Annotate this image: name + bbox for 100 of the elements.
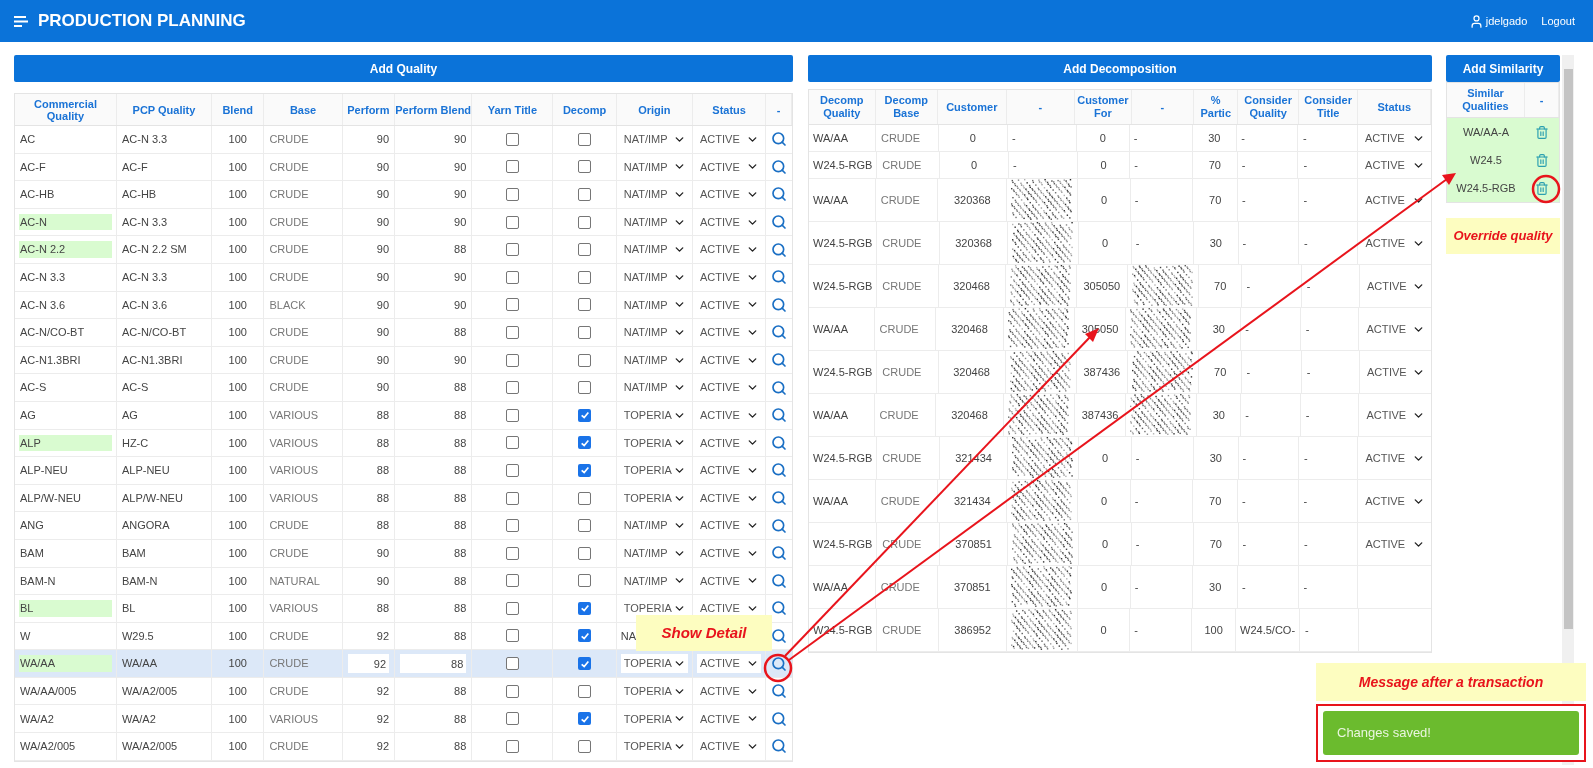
user-name[interactable]: jdelgado	[1485, 12, 1528, 30]
status-select[interactable]: ACTIVE	[697, 516, 762, 536]
origin-select[interactable]: NAT/IMP	[620, 516, 688, 536]
add-decomposition-button[interactable]: Add Decomposition	[808, 55, 1432, 82]
search-icon[interactable]	[771, 214, 788, 231]
perform-blend-input[interactable]: 88	[400, 654, 467, 674]
origin-select[interactable]: NAT/IMP	[620, 543, 688, 563]
table-row[interactable]: WA/AA WA/AA 100 CRUDE 92 88 TOPERIA ACTIVE	[15, 650, 792, 678]
add-quality-button[interactable]: Add Quality	[14, 55, 793, 82]
add-similarity-button[interactable]: Add Similarity	[1446, 55, 1560, 82]
search-icon[interactable]	[771, 131, 788, 148]
checkbox[interactable]	[505, 546, 519, 560]
status-select[interactable]: ACTIVE	[1362, 491, 1427, 511]
column-header[interactable]: Decomp	[553, 94, 617, 125]
table-row[interactable]: BL BL 100 VARIOUS 88 88 TOPERIA ACTIVE	[15, 595, 792, 623]
search-icon[interactable]	[771, 683, 788, 700]
checkbox[interactable]	[578, 519, 592, 533]
checkbox[interactable]	[578, 739, 592, 753]
search-icon[interactable]	[771, 655, 788, 672]
checkbox[interactable]	[578, 712, 592, 726]
status-select[interactable]: ACTIVE	[697, 185, 762, 204]
origin-select[interactable]: NAT/IMP	[620, 322, 688, 342]
checkbox[interactable]	[578, 408, 592, 422]
table-row[interactable]: AC-N 2.2 AC-N 2.2 SM 100 CRUDE 90 88 NAT/IMP ACTIVE	[15, 236, 792, 264]
origin-select[interactable]: TOPERIA	[620, 654, 688, 674]
checkbox[interactable]	[578, 298, 592, 312]
search-icon[interactable]	[771, 296, 788, 313]
checkbox[interactable]	[505, 463, 519, 477]
checkbox[interactable]	[505, 270, 519, 284]
scrollbar-thumb[interactable]	[1563, 69, 1573, 629]
search-icon[interactable]	[771, 352, 788, 369]
origin-select[interactable]: NAT/IMP	[620, 378, 688, 398]
status-select[interactable]: ACTIVE	[1363, 405, 1427, 425]
status-select[interactable]: ACTIVE	[697, 681, 762, 701]
column-header[interactable]: Consider Quality	[1240, 94, 1296, 120]
status-select[interactable]: ACTIVE	[697, 736, 762, 756]
checkbox[interactable]	[505, 188, 519, 201]
search-icon[interactable]	[771, 462, 788, 479]
column-header[interactable]: Decomp Quality	[811, 94, 873, 120]
checkbox[interactable]	[578, 188, 592, 201]
origin-select[interactable]: NAT/IMP	[620, 571, 688, 591]
table-row[interactable]: AC-F AC-F 100 CRUDE 90 90 NAT/IMP ACTIVE	[15, 153, 792, 182]
table-row[interactable]: ALP HZ-C 100 VARIOUS 88 88 TOPERIA ACTIVE	[15, 429, 792, 458]
status-select[interactable]: ACTIVE	[697, 488, 762, 508]
checkbox[interactable]	[578, 491, 592, 505]
status-select[interactable]: ACTIVE	[1363, 276, 1427, 296]
column-header[interactable]: Yarn Title	[472, 94, 554, 125]
status-select[interactable]: ACTIVE	[697, 322, 762, 342]
table-row[interactable]: WA/A2 WA/A2 100 VARIOUS 92 88 TOPERIA ACTIVE	[15, 705, 792, 734]
table-row[interactable]: AC-S AC-S 100 CRUDE 90 88 NAT/IMP ACTIVE	[15, 374, 792, 402]
table-row[interactable]: AC-N/CO-BT AC-N/CO-BT 100 CRUDE 90 88 NAT/IMP ACTIVE	[15, 319, 792, 347]
checkbox[interactable]	[505, 739, 519, 753]
checkbox[interactable]	[505, 243, 519, 257]
table-row[interactable]: AC-N 3.6 AC-N 3.6 100 BLACK 90 90 NAT/IMP ACTIVE	[15, 291, 792, 320]
column-header[interactable]: % Partic	[1196, 94, 1236, 120]
search-icon[interactable]	[771, 407, 788, 424]
status-select[interactable]: ACTIVE	[697, 709, 762, 729]
origin-select[interactable]: NAT/IMP	[620, 267, 688, 287]
checkbox[interactable]	[578, 325, 592, 339]
column-header[interactable]: Perform	[342, 94, 396, 125]
checkbox[interactable]	[505, 436, 519, 450]
checkbox[interactable]	[505, 215, 519, 229]
status-select[interactable]: ACTIVE	[697, 405, 762, 425]
status-select[interactable]: ACTIVE	[697, 460, 762, 480]
search-icon[interactable]	[771, 490, 788, 506]
column-header[interactable]: Origin	[616, 94, 693, 125]
checkbox[interactable]	[578, 601, 592, 615]
status-select[interactable]: ACTIVE	[1362, 448, 1427, 468]
status-select[interactable]: ACTIVE	[697, 598, 762, 618]
checkbox[interactable]	[505, 574, 519, 588]
table-row[interactable]: ALP-NEU ALP-NEU 100 VARIOUS 88 88 TOPERIA ACTIVE	[15, 457, 792, 485]
origin-select[interactable]: NAT/IMP	[620, 240, 688, 260]
search-icon[interactable]	[771, 738, 788, 755]
checkbox[interactable]	[578, 463, 592, 477]
checkbox[interactable]	[505, 408, 519, 422]
status-select[interactable]: ACTIVE	[1362, 190, 1427, 210]
logout-link[interactable]: Logout	[1541, 12, 1575, 30]
column-header[interactable]: PCP Quality	[116, 94, 212, 125]
checkbox[interactable]	[505, 160, 519, 174]
status-select[interactable]: ACTIVE	[1363, 319, 1427, 339]
status-select[interactable]: ACTIVE	[697, 240, 762, 260]
origin-select[interactable]: TOPERIA	[620, 460, 688, 480]
column-header[interactable]: Status	[1377, 100, 1411, 114]
checkbox[interactable]	[505, 519, 519, 533]
checkbox[interactable]	[505, 712, 519, 726]
status-select[interactable]: ACTIVE	[697, 378, 762, 398]
origin-select[interactable]: NAT/IMP	[620, 157, 688, 177]
table-row[interactable]: BAM-N BAM-N 100 NATURAL 90 88 NAT/IMP ACTIVE	[15, 567, 792, 596]
trash-icon[interactable]	[1535, 152, 1549, 168]
checkbox[interactable]	[578, 629, 592, 643]
table-row[interactable]: ALP/W-NEU ALP/W-NEU 100 VARIOUS 88 88 TOPERIA ACTIVE	[15, 484, 792, 513]
origin-select[interactable]: NAT/IMP	[620, 129, 688, 149]
search-icon[interactable]	[771, 324, 788, 341]
checkbox[interactable]	[578, 215, 592, 229]
origin-select[interactable]: TOPERIA	[620, 405, 688, 425]
menu-icon[interactable]	[14, 15, 28, 27]
status-select[interactable]: ACTIVE	[697, 543, 762, 563]
column-header[interactable]: Base	[264, 94, 343, 125]
checkbox[interactable]	[505, 353, 519, 367]
checkbox[interactable]	[578, 381, 592, 395]
